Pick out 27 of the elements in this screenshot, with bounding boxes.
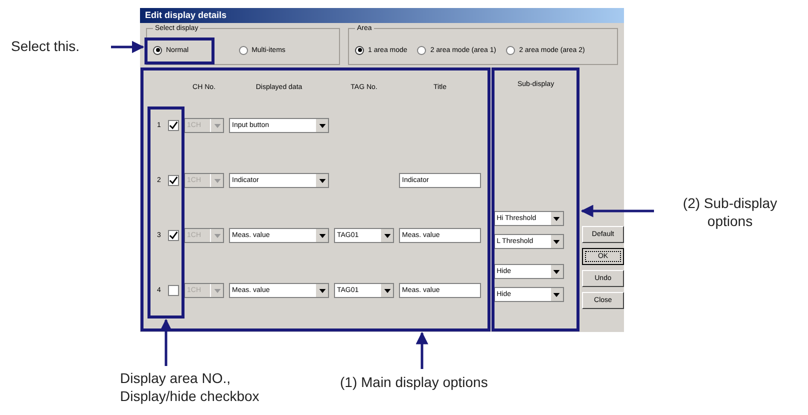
dropdown-arrow-icon — [553, 240, 560, 244]
checkbox[interactable] — [168, 175, 179, 186]
dropdown-arrow-icon — [384, 288, 390, 292]
callout-text: (1) Main display options — [340, 374, 488, 392]
dropdown-arrow-icon — [318, 234, 326, 238]
dropdown-arrow-icon — [318, 288, 326, 292]
arrow — [111, 40, 144, 54]
window-title: Edit display details — [140, 8, 624, 23]
dropdown-arrow-icon — [214, 288, 220, 292]
dropdown-arrow-icon — [384, 234, 390, 238]
arrow — [160, 318, 172, 366]
arrow — [416, 332, 428, 369]
callout-text: Display area NO., Display/hide checkbox — [120, 370, 260, 405]
callout-text: Select this. — [11, 38, 80, 56]
dropdown-arrow-icon — [553, 292, 560, 296]
dropdown-arrow-icon — [553, 216, 560, 220]
dropdown-arrow-icon — [553, 270, 560, 274]
highlight-frame — [144, 38, 214, 64]
dropdown-arrow-icon — [318, 178, 326, 182]
callout-text: (2) Sub-display options — [682, 195, 778, 230]
checkbox[interactable] — [168, 120, 179, 131]
dropdown-arrow-icon — [214, 178, 220, 182]
dropdown-arrow-icon — [214, 124, 220, 128]
dropdown-arrow-icon — [318, 124, 326, 128]
checkbox[interactable] — [168, 230, 179, 241]
dropdown-arrow-icon — [214, 234, 220, 238]
checkbox[interactable] — [168, 285, 179, 296]
